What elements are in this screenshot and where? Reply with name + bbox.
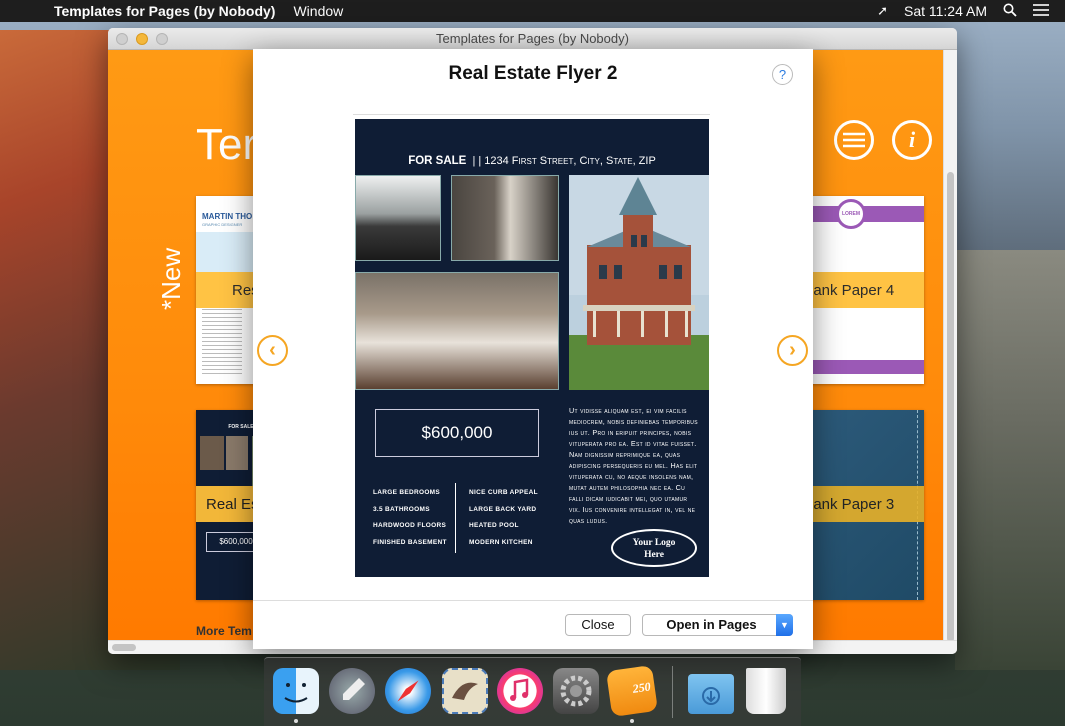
zoom-window-button[interactable]	[156, 33, 168, 45]
itunes-icon[interactable]	[497, 668, 543, 714]
card-blank-paper-4-label: lank Paper 4	[808, 272, 924, 308]
open-in-pages-label: Open in Pages	[666, 617, 757, 632]
desktop-wallpaper-right	[955, 250, 1065, 670]
previous-template-button[interactable]: ‹	[257, 335, 288, 366]
dock: 250	[264, 657, 801, 726]
help-button[interactable]: ?	[772, 64, 793, 85]
vertical-scroll-thumb[interactable]	[947, 172, 954, 642]
card-lorem-badge: LOREM	[836, 199, 866, 229]
more-templates-link[interactable]: More Tem	[196, 624, 252, 638]
template-card-blank-paper-3[interactable]: lank Paper 3	[808, 410, 924, 600]
feature-item: MODERN KITCHEN	[469, 538, 533, 546]
spotlight-icon[interactable]	[1003, 3, 1017, 20]
logo-line-2: Here	[644, 550, 664, 560]
menu-bar: Templates for Pages (by Nobody) Window ➚…	[0, 0, 1065, 22]
features-right-list: NICE CURB APPEAL LARGE BACK YARD HEATED …	[469, 485, 538, 551]
feature-item: HEATED POOL	[469, 522, 519, 529]
bathroom-photo	[451, 175, 559, 261]
horizontal-scroll-thumb[interactable]	[112, 644, 136, 651]
sheet-title: Real Estate Flyer 2	[448, 63, 618, 84]
flyer-header: FOR SALE | | 1234 First Street, City, St…	[355, 155, 709, 167]
close-window-button[interactable]	[116, 33, 128, 45]
flyer-body-text: Ut vidisse aliquam est, ei vim facilis m…	[569, 406, 698, 525]
flyer-price: $600,000	[375, 409, 539, 457]
footer-divider	[253, 600, 813, 601]
feature-item: 3.5 BATHROOMS	[373, 505, 430, 513]
minimize-window-button[interactable]	[136, 33, 148, 45]
menu-icon[interactable]	[834, 120, 874, 160]
browser-title: Ter	[196, 120, 258, 169]
bedroom-photo	[355, 272, 559, 390]
downloads-folder-icon[interactable]	[688, 674, 734, 714]
next-template-button[interactable]: ›	[777, 335, 808, 366]
system-preferences-icon[interactable]	[553, 668, 599, 714]
vertical-scrollbar[interactable]	[943, 50, 957, 642]
flyer-logo-placeholder: Your Logo Here	[611, 529, 697, 567]
clock[interactable]: Sat 11:24 AM	[904, 3, 987, 19]
house-photo	[569, 175, 709, 390]
kitchen-photo	[355, 175, 441, 261]
templates-badge: 250	[631, 679, 652, 696]
cursor-icon[interactable]: ➚	[877, 3, 888, 19]
window-titlebar: Templates for Pages (by Nobody)	[108, 28, 957, 50]
template-preview-sheet: Real Estate Flyer 2 ? ‹ › FOR SALE | | 1…	[253, 49, 813, 649]
feature-item: HARDWOOD FLOORS	[373, 522, 447, 529]
card-blank-paper-3-label: lank Paper 3	[808, 486, 924, 522]
template-card-blank-paper-4[interactable]: LOREM lank Paper 4	[808, 196, 924, 384]
flyer-preview: FOR SALE | | 1234 First Street, City, St…	[355, 119, 709, 577]
trash-icon[interactable]	[746, 668, 786, 714]
safari-icon[interactable]	[385, 668, 431, 714]
card-resume-subtitle: GRAPHIC DESIGNER	[202, 222, 243, 227]
chevron-down-icon[interactable]: ▼	[776, 614, 793, 636]
feature-item: LARGE BEDROOMS	[373, 489, 441, 496]
preview-divider	[353, 114, 710, 115]
flyer-for-sale: FOR SALE	[408, 155, 467, 167]
window-menu[interactable]: Window	[293, 3, 343, 19]
notification-center-icon[interactable]	[1033, 3, 1049, 19]
window-title: Templates for Pages (by Nobody)	[436, 31, 629, 46]
flyer-address: | | 1234 First Street, City, State, ZIP	[472, 155, 656, 167]
close-button[interactable]: Close	[565, 614, 631, 636]
open-in-pages-button[interactable]: Open in Pages ▼	[642, 614, 793, 636]
feature-item: NICE CURB APPEAL	[469, 489, 538, 496]
feature-item: LARGE BACK YARD	[469, 505, 537, 513]
feature-item: FINISHED BASEMENT	[373, 538, 447, 546]
new-label: *New	[156, 247, 186, 310]
app-menu[interactable]: Templates for Pages (by Nobody)	[54, 3, 275, 19]
launchpad-icon[interactable]	[329, 668, 375, 714]
features-left-list: LARGE BEDROOMS 3.5 BATHROOMS HARDWOOD FL…	[373, 485, 447, 551]
features-divider	[455, 483, 456, 553]
logo-line-1: Your Logo	[632, 538, 676, 548]
card-resume-name: MARTIN THO	[202, 212, 253, 221]
templates-app-icon[interactable]: 250	[606, 665, 658, 717]
finder-icon[interactable]	[273, 668, 319, 714]
mail-icon[interactable]	[442, 668, 488, 714]
dock-divider	[672, 666, 673, 718]
info-icon[interactable]: i	[892, 120, 932, 160]
